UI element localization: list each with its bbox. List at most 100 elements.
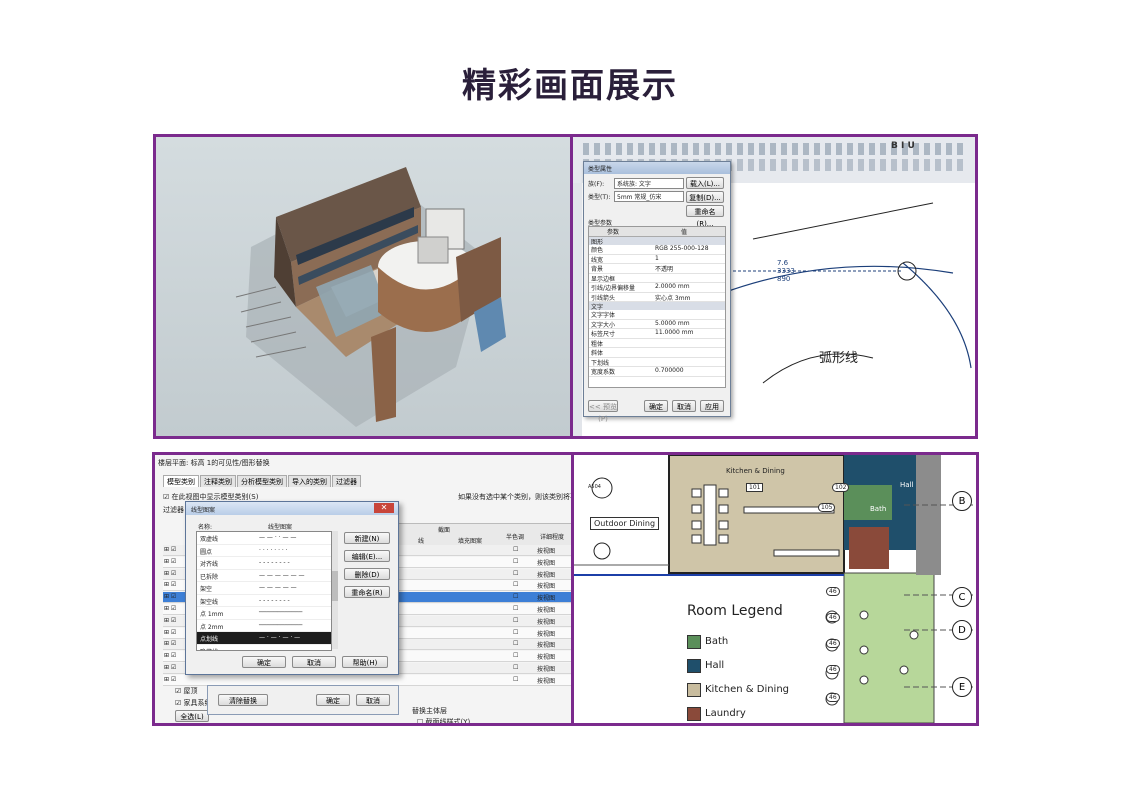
filter-label: 过滤器 (163, 506, 184, 514)
type-properties-dialog: 类型属性 族(F): 系统族: 文字 载入(L)... 类型(T): 5mm 常… (583, 161, 731, 423)
arc-line-label: 弧形线 (819, 351, 859, 366)
cancel-button[interactable]: 取消 (672, 400, 696, 412)
kitchen-room-label: Kitchen & Dining (726, 467, 785, 475)
line-pattern-list[interactable]: 双虚线 — — · · — — 圆点 · · · · · · · · 对齐线 - - - … (196, 531, 332, 651)
tab-strip: 模型类别 注释类别 分析模型类别 导入的类别 过滤器 (163, 475, 362, 487)
override-ok-button[interactable]: 确定 (316, 694, 350, 706)
preview-button[interactable]: << 预览(P) (588, 400, 618, 423)
line-pattern-item[interactable]: 架空线 - - - - - - - - (197, 594, 331, 607)
legend-label: Hall (705, 660, 725, 671)
line-pattern-dialog: 线型图案 ✕ 名称: 线型图案 双虚线 — — · · — — 圆点 · · · · … (185, 501, 399, 675)
override-dialog: 清除替换 确定 取消 (207, 685, 399, 715)
panel-type-properties: B I U 弧形线 7.6 3333 890 类型属性 族(F): 系统族: 文… (570, 134, 978, 439)
floor-plan-drawing[interactable] (574, 455, 976, 723)
door-tag: 105 (818, 503, 836, 512)
line-pattern-item[interactable]: 点 2mm ──────────── (197, 619, 331, 632)
param-row[interactable]: 显示边框 (589, 274, 725, 283)
page-title: 精彩画面展示 (462, 66, 678, 106)
select-all-button[interactable]: 全选(L) (175, 710, 209, 722)
grid-bubble-C: C (952, 587, 972, 607)
line-pattern-item[interactable]: 隐藏线- - - - - - - - (197, 644, 331, 650)
param-row[interactable]: 斜体 (589, 348, 725, 358)
duplicate-button[interactable]: 复制(D)... (686, 191, 724, 203)
tab-3[interactable]: 导入的类别 (288, 475, 331, 487)
tab-1[interactable]: 注释类别 (200, 475, 236, 487)
legend-label: Laundry (705, 708, 746, 719)
grid-bubble-D: D (952, 620, 972, 640)
param-row[interactable]: 下划线 (589, 358, 725, 367)
legend-label: Kitchen & Dining (705, 684, 790, 695)
dialog-title: 线型图案 (191, 507, 216, 514)
tab-0[interactable]: 模型类别 (163, 475, 199, 487)
grid-bubble-B: B (952, 491, 972, 511)
bath-room-label: Bath (870, 505, 887, 513)
door-tag: 46 (826, 613, 840, 622)
panel-floor-plan: Kitchen & Dining 101 A504 Outdoor Dining… (571, 452, 979, 726)
lp-help-button[interactable]: 帮助(H) (342, 656, 388, 668)
clear-override-button[interactable]: 清除替换 (218, 694, 268, 706)
panel-visibility-graphics: 楼层平面: 标高 1的可见性/图形替换 模型类别 注释类别 分析模型类别 导入的类别过… (152, 452, 574, 726)
building-3d-render (156, 137, 570, 436)
line-pattern-item[interactable]: 双虚线 — — · · — — (197, 532, 331, 545)
line-pattern-item[interactable]: 点划线 — · — · — · — (197, 632, 331, 645)
type-label: 类型(T): (588, 194, 611, 201)
family-label: 族(F): (588, 181, 605, 188)
param-row[interactable]: 宽度系数 0.700000 (589, 367, 725, 377)
door-tag: 46 (826, 693, 840, 702)
door-tag: 46 (826, 665, 840, 674)
cut-line-checkbox[interactable]: ☐ 截面线样式(Y) (417, 717, 470, 723)
bold-icon[interactable]: B I U (891, 141, 915, 151)
legend-swatch (687, 659, 701, 673)
room-number-tag: 101 (746, 483, 764, 492)
grid-header: 截面 线 填充图案 半色调 详细程度 (397, 523, 571, 547)
load-button[interactable]: 载入(L)... (686, 177, 724, 189)
door-tag: 102 (832, 483, 850, 492)
close-icon[interactable]: ✕ (374, 503, 394, 513)
override-cancel-button[interactable]: 取消 (356, 694, 390, 706)
line-pattern-item[interactable]: 对齐线 - - - - - - - - (197, 557, 331, 570)
apply-button[interactable]: 应用 (700, 400, 724, 412)
param-row[interactable]: 引线/边界偏移量 2.0000 mm (589, 283, 725, 293)
tab-2[interactable]: 分析模型类别 (237, 475, 287, 487)
door-tag: 46 (826, 587, 840, 596)
new-pattern-button[interactable]: 新建(N) (344, 532, 390, 544)
panel-3d-model (153, 134, 573, 439)
side-toolbar (573, 183, 582, 436)
legend-title: Room Legend (687, 603, 783, 619)
line-pattern-item[interactable]: 圆点 · · · · · · · · (197, 544, 331, 557)
param-row[interactable]: 标签尺寸 11.0000 mm (589, 329, 725, 339)
param-row[interactable]: 线宽 1 (589, 255, 725, 264)
rename-button[interactable]: 重命名(R)... (686, 205, 724, 228)
legend-swatch (687, 635, 701, 649)
family-select[interactable]: 系统族: 文字 (614, 178, 684, 189)
line-pattern-item[interactable]: 已拆除 — — — — — — (197, 569, 331, 582)
list-scrollbar[interactable] (332, 531, 338, 649)
hall-room-label: Hall (900, 481, 914, 489)
line-pattern-item[interactable]: 架空 — — — — — (197, 582, 331, 595)
lp-cancel-button[interactable]: 取消 (292, 656, 336, 668)
param-row[interactable]: 文字大小 5.0000 mm (589, 320, 725, 329)
replace-host-label: 替换主体层 (412, 707, 447, 715)
lp-ok-button[interactable]: 确定 (242, 656, 286, 668)
ok-button[interactable]: 确定 (644, 400, 668, 412)
legend-swatch (687, 707, 701, 721)
delete-pattern-button[interactable]: 删除(D) (344, 568, 390, 580)
param-row[interactable]: 粗体 (589, 339, 725, 348)
section-tag: A504 (588, 484, 601, 490)
line-pattern-item[interactable]: 点 1mm ──────────── (197, 607, 331, 620)
param-row[interactable]: 颜色 RGB 255-000-128 (589, 245, 725, 255)
param-row[interactable]: 背景 不透明 (589, 264, 725, 274)
params-table: 参数 值 图形 颜色 RGB 255-000-128 线宽 1 背景 不透明 显示边框 引线/… (588, 226, 726, 388)
legend-label: Bath (705, 636, 729, 647)
roof-item[interactable]: ☑ 屋顶 (175, 686, 198, 696)
type-select[interactable]: 5mm 常规_仿宋 (614, 191, 684, 202)
param-row[interactable]: 文字字体 (589, 310, 725, 320)
rename-pattern-button[interactable]: 重命名(R) (344, 586, 390, 598)
dialog-title: 类型属性 (588, 166, 613, 173)
param-row[interactable]: 引线箭头 实心点 3mm (589, 293, 725, 302)
tab-4[interactable]: 过滤器 (332, 475, 361, 487)
grid-bubble-E: E (952, 677, 972, 697)
window-title: 楼层平面: 标高 1的可见性/图形替换 (158, 459, 270, 467)
edit-pattern-button[interactable]: 编辑(E)... (344, 550, 390, 562)
legend-swatch (687, 683, 701, 697)
